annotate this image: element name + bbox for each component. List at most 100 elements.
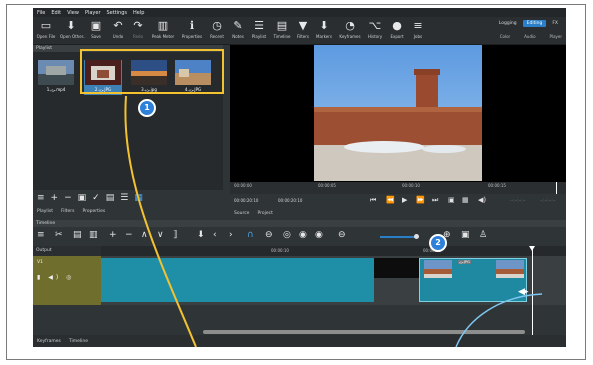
paste-icon[interactable]: ▥ — [89, 230, 98, 240]
timeline-scrollbar[interactable] — [203, 330, 525, 334]
save-button[interactable]: ▣ Save — [85, 19, 107, 43]
playlist-button[interactable]: ☰ Playlist — [248, 19, 270, 43]
jobs-button[interactable]: ≡ Jobs — [407, 19, 429, 43]
check-icon[interactable]: ✓ — [92, 193, 100, 203]
timeline-playhead[interactable] — [532, 246, 533, 335]
timeline-icon: ▤ — [276, 19, 288, 32]
tab-project[interactable]: Project — [257, 211, 272, 216]
tab-playlist[interactable]: Playlist — [37, 209, 53, 214]
video-track[interactable]: ﺊﯾ.mp4 ﺊﯾ.JPG — [101, 256, 566, 305]
open-file-button[interactable]: ▭ Open File — [35, 19, 57, 43]
playlist-icon: ☰ — [254, 19, 264, 32]
undo-button[interactable]: ↶ Undo — [107, 19, 129, 43]
marker-icon[interactable]: ⬇ — [197, 230, 205, 240]
viewer-playhead[interactable] — [556, 182, 557, 194]
zoom-fit-icon[interactable]: ▣ — [461, 230, 470, 240]
menu-player[interactable]: Player — [85, 10, 101, 16]
open-other-button[interactable]: ⬇ Open Other.. — [60, 19, 86, 43]
ripple-all-icon[interactable]: ◉ — [299, 230, 307, 240]
tab-timeline[interactable]: Timeline — [69, 339, 88, 344]
timeline-panel-title: Timeline — [33, 220, 566, 227]
timeline-button[interactable]: ▤ Timeline — [271, 19, 293, 43]
track-header-v1[interactable]: V1 ▮ ◀) ◎ — [33, 256, 101, 305]
update-icon[interactable]: ▣ — [78, 193, 87, 203]
grid-view-icon[interactable]: ▦ — [134, 193, 143, 203]
split-icon[interactable]: ⟧ — [173, 230, 177, 240]
markers-button[interactable]: ⬇ Markers — [313, 19, 335, 43]
video-viewer[interactable] — [230, 45, 566, 182]
track-controls[interactable]: ▮ ◀) ◎ — [37, 274, 74, 281]
menu-help[interactable]: Help — [133, 10, 144, 16]
viewer-tabs: Source Project — [230, 208, 430, 218]
playlist-item[interactable]: 1.ﺊﯾ.mp4 — [37, 60, 75, 95]
previous-marker-icon[interactable]: ‹ — [213, 230, 217, 240]
tab-filters[interactable]: Filters — [61, 209, 75, 214]
recent-icon: ◷ — [212, 19, 222, 32]
ripple-markers-icon[interactable]: ◉ — [315, 230, 323, 240]
menu-bar: File Edit View Player Settings Help — [33, 8, 566, 17]
append-icon[interactable]: + — [109, 230, 117, 240]
skip-next-icon[interactable]: ⏭ — [432, 196, 438, 205]
peak-meter-button[interactable]: ▥ Peak Meter — [149, 19, 177, 43]
cut-icon[interactable]: ✂ — [55, 230, 63, 240]
zoom-out-icon[interactable]: ⊖ — [338, 230, 346, 240]
layout-color[interactable]: Color — [500, 34, 510, 39]
remove-icon[interactable]: − — [64, 193, 72, 203]
viewer-ruler[interactable]: 00:00:00 00:00:05 00:00:10 00:00:15 — [230, 182, 566, 194]
snap-icon[interactable]: ∩ — [247, 230, 254, 240]
remove-icon[interactable]: − — [125, 230, 133, 240]
record-audio-icon[interactable]: ♙ — [479, 230, 487, 240]
keyframes-button[interactable]: ◔ Keyframes — [337, 19, 363, 43]
grid-icon[interactable]: ▦ — [462, 196, 469, 204]
tab-properties[interactable]: Properties — [83, 209, 106, 214]
rewind-icon[interactable]: ⏪ — [386, 196, 395, 204]
playlist-item[interactable]: 3.ﺊﯾ.jpg — [130, 60, 168, 95]
menu-edit[interactable]: Edit — [51, 10, 61, 16]
export-button[interactable]: ● Export — [386, 19, 408, 43]
menu-icon[interactable]: ≡ — [37, 193, 45, 203]
tab-keyframes[interactable]: Keyframes — [37, 339, 61, 344]
layout-logging[interactable]: Logging — [495, 20, 521, 27]
menu-view[interactable]: View — [67, 10, 79, 16]
zoom-slider[interactable] — [380, 236, 416, 238]
menu-file[interactable]: File — [37, 10, 45, 16]
image-clip-selected[interactable]: ﺊﯾ.JPG — [419, 258, 527, 302]
scrub-icon[interactable]: ⊖ — [265, 230, 273, 240]
next-marker-icon[interactable]: › — [229, 230, 233, 240]
redo-button[interactable]: ↷ Redo — [127, 19, 149, 43]
playhead-marker[interactable] — [529, 246, 535, 251]
fast-forward-icon[interactable]: ⏩ — [416, 196, 425, 204]
volume-icon[interactable]: ◀) — [478, 196, 486, 204]
menu-icon[interactable]: ≡ — [37, 230, 45, 240]
notes-button[interactable]: ✎ Notes — [227, 19, 249, 43]
history-button[interactable]: ⌥ History — [364, 19, 386, 43]
ripple-icon[interactable]: ◎ — [283, 230, 291, 240]
zoom-slider-handle[interactable] — [414, 234, 419, 239]
timeline-ruler[interactable]: 00:00:10 00:00:15 — [101, 246, 566, 256]
layout-player[interactable]: Player — [550, 34, 562, 39]
lift-icon[interactable]: ∧ — [141, 230, 148, 240]
recent-button[interactable]: ◷ Recent — [206, 19, 228, 43]
video-clip[interactable] — [101, 258, 374, 302]
details-view-icon[interactable]: ▤ — [106, 193, 115, 203]
shotcut-window: File Edit View Player Settings Help ▭ Ope… — [33, 8, 566, 347]
layout-editing[interactable]: Editing — [522, 20, 547, 27]
tab-source[interactable]: Source — [234, 211, 249, 216]
layout-audio[interactable]: Audio — [524, 34, 535, 39]
timecode-current[interactable]: 00:00:20:10 — [234, 198, 258, 203]
playlist-item[interactable]: 4.ﺊﯾ.JPG — [174, 60, 212, 95]
filters-button[interactable]: ▼ Filters — [292, 19, 314, 43]
list-view-icon[interactable]: ☰ — [120, 193, 128, 203]
playlist-panel: 1.ﺊﯾ.mp4 2.ﺊﯾ.JPG 3.ﺊﯾ.jpg 4.ﺊﯾ.JPG — [33, 52, 223, 190]
playlist-item-selected[interactable]: 2.ﺊﯾ.JPG — [84, 60, 122, 95]
properties-button[interactable]: ℹ Properties — [179, 19, 205, 43]
skip-previous-icon[interactable]: ⏮ — [370, 196, 376, 205]
zoom-icon[interactable]: ▣ — [448, 196, 455, 204]
add-icon[interactable]: + — [51, 193, 59, 203]
play-icon[interactable]: ▶ — [402, 196, 407, 204]
copy-icon[interactable]: ▤ — [73, 230, 82, 240]
overwrite-icon[interactable]: ∨ — [157, 230, 164, 240]
menu-settings[interactable]: Settings — [107, 10, 128, 16]
layout-fx[interactable]: FX — [548, 20, 562, 27]
jobs-icon: ≡ — [413, 19, 423, 32]
